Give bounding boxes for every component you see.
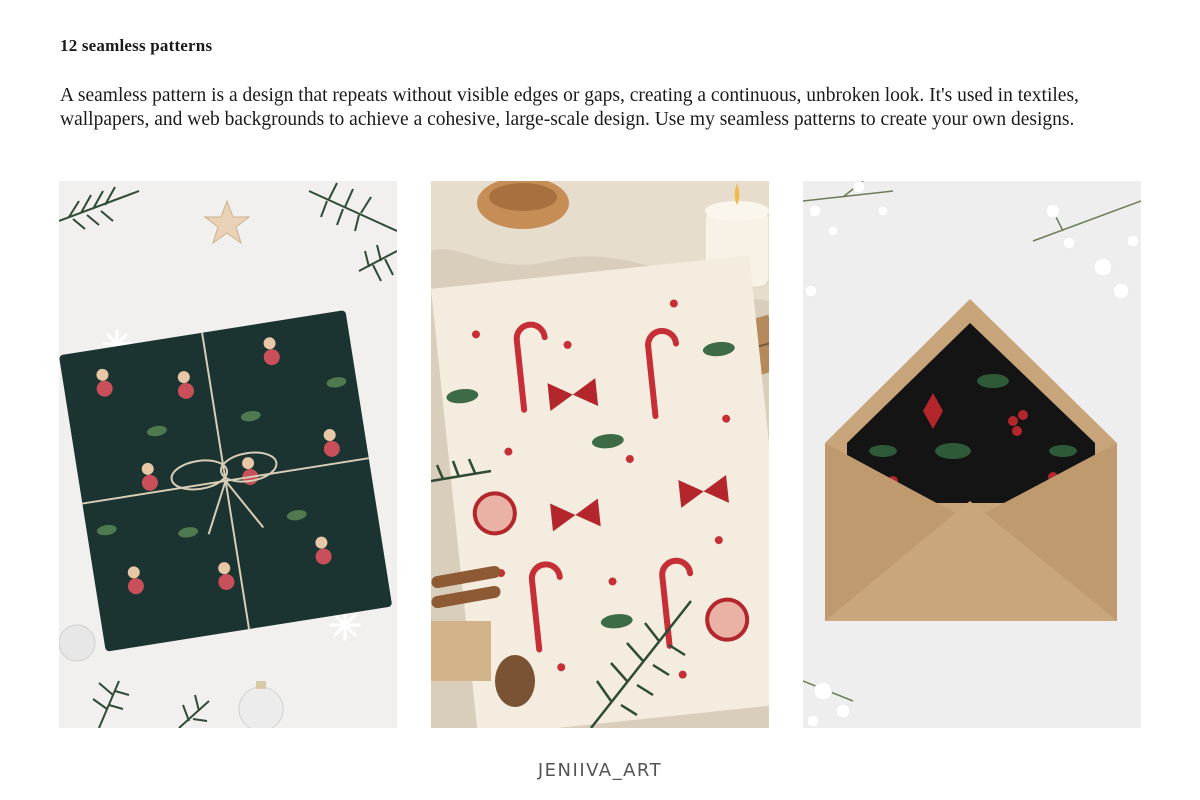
page-heading: 12 seamless patterns [60, 36, 213, 55]
page-description: A seamless pattern is a design that repe… [60, 85, 1079, 130]
mockup-envelope-image [803, 181, 1141, 728]
brand-logo: JENIIVA_ART [537, 760, 663, 781]
mockup-gift-box-image [59, 181, 397, 728]
mockup-wrapping-paper-image [431, 181, 769, 728]
